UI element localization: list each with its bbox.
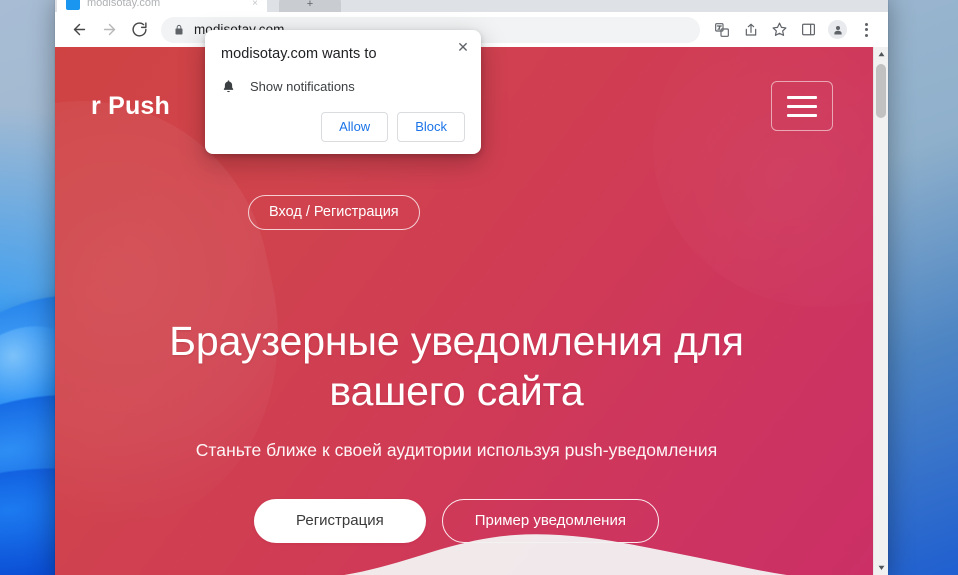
header-actions	[771, 81, 833, 131]
permission-dialog-title: modisotay.com wants to	[221, 46, 377, 62]
notification-example-button[interactable]: Пример уведомления	[441, 499, 659, 544]
favicon-icon	[66, 0, 80, 10]
new-tab-button[interactable]: +	[279, 0, 341, 12]
tab-strip: modisotay.com × +	[55, 0, 888, 12]
close-icon[interactable]: ✕	[453, 37, 473, 57]
three-dots	[865, 22, 868, 37]
hero-title-line2: вашего сайта	[329, 367, 584, 414]
permission-dialog-actions: Allow Block	[221, 112, 465, 142]
register-button[interactable]: Регистрация	[254, 499, 426, 544]
permission-label: Show notifications	[250, 79, 355, 94]
lock-icon	[175, 24, 183, 34]
tab-close-icon[interactable]: ×	[252, 0, 258, 9]
tab-title: modisotay.com	[87, 0, 161, 9]
browser-tab[interactable]: modisotay.com ×	[57, 0, 267, 12]
block-button[interactable]: Block	[397, 112, 465, 142]
hero-content: Браузерные уведомления для вашего сайта …	[55, 317, 858, 544]
hero-title: Браузерные уведомления для вашего сайта	[115, 317, 798, 416]
scroll-up-arrow-icon[interactable]	[874, 47, 888, 62]
page-scrollbar[interactable]	[873, 47, 888, 575]
hero-title-line1: Браузерные уведомления для	[169, 318, 744, 364]
forward-icon[interactable]	[95, 16, 123, 44]
scroll-down-arrow-icon[interactable]	[874, 560, 888, 575]
hero-cta-row: Регистрация Пример уведомления	[115, 499, 798, 544]
chrome-menu-icon[interactable]	[853, 16, 880, 43]
back-icon[interactable]	[65, 16, 93, 44]
share-icon[interactable]	[737, 16, 764, 43]
profile-avatar-icon[interactable]	[824, 16, 851, 43]
side-panel-icon[interactable]	[795, 16, 822, 43]
reload-icon[interactable]	[125, 16, 153, 44]
bell-icon	[223, 80, 234, 93]
hamburger-menu-icon[interactable]	[771, 81, 833, 131]
bookmark-star-icon[interactable]	[766, 16, 793, 43]
hero-subtitle: Станьте ближе к своей аудитории использу…	[195, 440, 718, 461]
notification-permission-dialog: ✕ modisotay.com wants to Show notificati…	[205, 30, 481, 154]
browser-window: modisotay.com × + modisotay.com	[55, 0, 888, 575]
permission-request-row: Show notifications	[221, 79, 465, 94]
allow-button[interactable]: Allow	[321, 112, 389, 142]
scrollbar-thumb[interactable]	[876, 64, 886, 118]
login-register-button[interactable]: Вход / Регистрация	[248, 195, 420, 230]
translate-icon[interactable]	[708, 16, 735, 43]
avatar	[828, 20, 847, 39]
site-logo[interactable]: r Push	[91, 92, 170, 121]
